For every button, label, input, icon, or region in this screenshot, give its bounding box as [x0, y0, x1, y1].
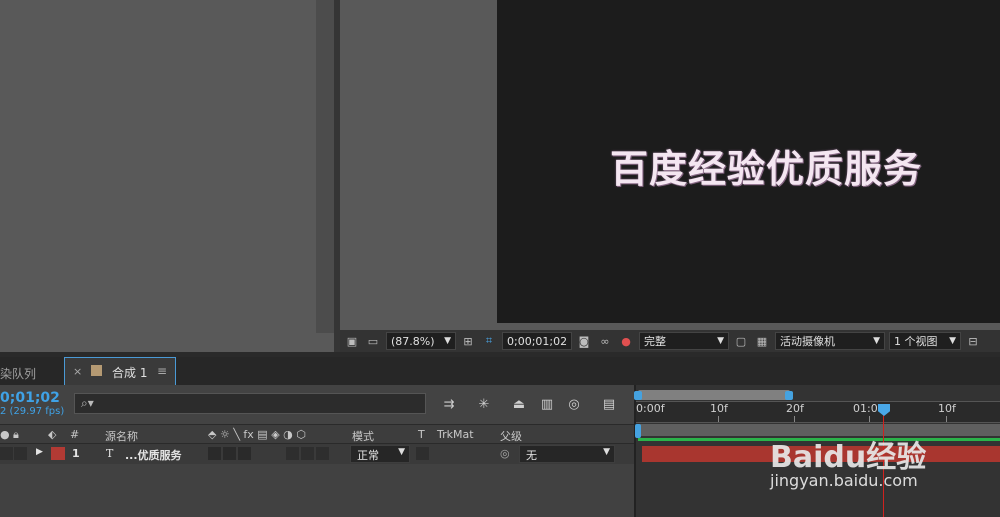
- monitor-icon[interactable]: ▭: [364, 333, 382, 349]
- layer-row[interactable]: ▶ 1 T ...优质服务 正常 ▼ ◎ 无 ▼: [0, 444, 634, 464]
- column-source-name[interactable]: 源名称: [105, 428, 138, 444]
- draft-3d-icon[interactable]: ✳: [473, 395, 495, 413]
- current-time-field[interactable]: 0;00;01;02: [502, 332, 572, 350]
- tab-close-icon[interactable]: ×: [73, 365, 82, 378]
- quality-switch[interactable]: [238, 447, 251, 460]
- pick-whip-icon[interactable]: ◎: [500, 447, 510, 460]
- camera-value: 活动摄像机: [780, 335, 835, 348]
- layer-index: 1: [72, 447, 80, 460]
- current-time-value: 0;00;01;02: [507, 334, 568, 348]
- zoom-dropdown[interactable]: (87.8%) ▼: [386, 332, 456, 350]
- chevron-down-icon: ▼: [717, 336, 724, 346]
- work-area-start-handle[interactable]: [634, 391, 642, 400]
- chevron-down-icon: ▼: [949, 336, 956, 346]
- always-preview-icon[interactable]: ▣: [343, 333, 361, 349]
- motion-blur-icon[interactable]: ◎: [563, 395, 585, 413]
- grid-guides-icon[interactable]: ⊞: [459, 333, 477, 349]
- tab-composition[interactable]: × 合成 1 ≡: [64, 357, 176, 386]
- comp-start-marker[interactable]: [635, 424, 641, 438]
- ruler-label: 10f: [710, 402, 728, 415]
- video-toggle[interactable]: [0, 447, 13, 460]
- layer-mode-dropdown[interactable]: 正常 ▼: [350, 445, 410, 463]
- show-snapshot-icon[interactable]: ∞: [596, 333, 614, 349]
- column-t[interactable]: T: [418, 428, 425, 441]
- layer-empty-area: [0, 464, 634, 517]
- hide-shy-layers-icon[interactable]: ⏏: [508, 395, 530, 413]
- baidu-watermark-url: jingyan.baidu.com: [770, 471, 918, 490]
- resolution-dropdown[interactable]: 完整 ▼: [639, 332, 729, 350]
- layer-label-color[interactable]: [51, 447, 65, 460]
- views-value: 1 个视图: [894, 335, 938, 348]
- composition-icon: [91, 365, 102, 376]
- current-time-display[interactable]: 0;01;02: [0, 390, 60, 406]
- frame-blending-icon[interactable]: ▥: [536, 395, 558, 413]
- toggle-pixel-aspect-icon[interactable]: ⊟: [964, 333, 982, 349]
- layer-column-header: ● 🔒︎ ⬖ # 源名称 ⬘ ☼ ╲ fx ▤ ◈ ◑ ⬡ 模式 T TrkMa…: [0, 424, 634, 444]
- switch-box[interactable]: [316, 447, 329, 460]
- project-panel-scrollbar[interactable]: [316, 0, 334, 333]
- layer-name[interactable]: ...优质服务: [125, 447, 182, 463]
- shy-switch[interactable]: [208, 447, 221, 460]
- label-icon[interactable]: ⬖: [48, 428, 56, 441]
- baidu-watermark-logo: Baidu经验: [770, 440, 927, 475]
- expand-triangle-icon[interactable]: ▶: [36, 447, 43, 457]
- chevron-down-icon: ▼: [603, 447, 610, 457]
- ruler-label: 10f: [938, 402, 956, 415]
- av-features-icon[interactable]: ●: [0, 428, 10, 441]
- column-trkmat[interactable]: TrkMat: [437, 428, 474, 441]
- viewer-toolbar: ▣ ▭ (87.8%) ▼ ⊞ ⌗ 0;00;01;02 ◙ ∞ ● 完整 ▼ …: [340, 330, 1000, 352]
- switch-box[interactable]: [301, 447, 314, 460]
- search-icon: ⌕▾: [81, 396, 94, 410]
- lock-toggle[interactable]: [14, 447, 27, 460]
- transparency-grid-icon[interactable]: ▦: [753, 333, 771, 349]
- frame-rate-display: 2 (29.97 fps): [0, 406, 65, 417]
- region-of-interest-icon[interactable]: ▢: [732, 333, 750, 349]
- camera-dropdown[interactable]: 活动摄像机 ▼: [775, 332, 885, 350]
- canvas-text-layer[interactable]: 百度经验优质服务: [610, 138, 990, 194]
- lock-icon[interactable]: 🔒︎: [13, 428, 19, 442]
- ruler-label: 0:00f: [636, 402, 665, 415]
- work-area-end-handle[interactable]: [785, 391, 793, 400]
- tab-composition-label: 合成 1: [112, 366, 148, 380]
- switch-box[interactable]: [286, 447, 299, 460]
- chevron-down-icon: ▼: [444, 336, 451, 346]
- text-layer-icon: T: [106, 447, 114, 460]
- ruler-tick: [718, 416, 719, 422]
- snapshot-camera-icon[interactable]: ◙: [575, 333, 593, 349]
- ruler-label: 20f: [786, 402, 804, 415]
- ruler-tick: [794, 416, 795, 422]
- column-mode[interactable]: 模式: [352, 428, 374, 444]
- work-area-bar[interactable]: [638, 390, 790, 400]
- project-panel: [0, 0, 334, 352]
- collapse-switch[interactable]: [223, 447, 236, 460]
- ruler-tick: [869, 416, 870, 422]
- color-channels-icon[interactable]: ●: [617, 333, 635, 349]
- layer-mode-value: 正常: [357, 449, 379, 462]
- trkmat-box[interactable]: [416, 447, 429, 460]
- ruler-tick: [946, 416, 947, 422]
- mask-path-icon[interactable]: ⌗: [480, 333, 498, 349]
- column-number[interactable]: #: [70, 428, 79, 441]
- parent-dropdown[interactable]: 无 ▼: [519, 445, 615, 463]
- graph-editor-icon[interactable]: ▤: [598, 395, 620, 413]
- layer-search-input[interactable]: ⌕▾: [74, 393, 426, 414]
- panel-menu-icon[interactable]: ≡: [157, 364, 167, 378]
- chevron-down-icon: ▼: [873, 336, 880, 346]
- column-parent[interactable]: 父级: [500, 428, 522, 444]
- parent-value: 无: [526, 449, 537, 462]
- views-dropdown[interactable]: 1 个视图 ▼: [889, 332, 961, 350]
- composition-mini-flowchart-icon[interactable]: ⇉: [438, 395, 460, 413]
- chevron-down-icon: ▼: [398, 447, 405, 457]
- resolution-value: 完整: [644, 335, 666, 348]
- zoom-value: (87.8%): [391, 334, 435, 348]
- column-switches[interactable]: ⬘ ☼ ╲ fx ▤ ◈ ◑ ⬡: [208, 428, 306, 441]
- tab-render-queue[interactable]: 染队列: [0, 360, 62, 384]
